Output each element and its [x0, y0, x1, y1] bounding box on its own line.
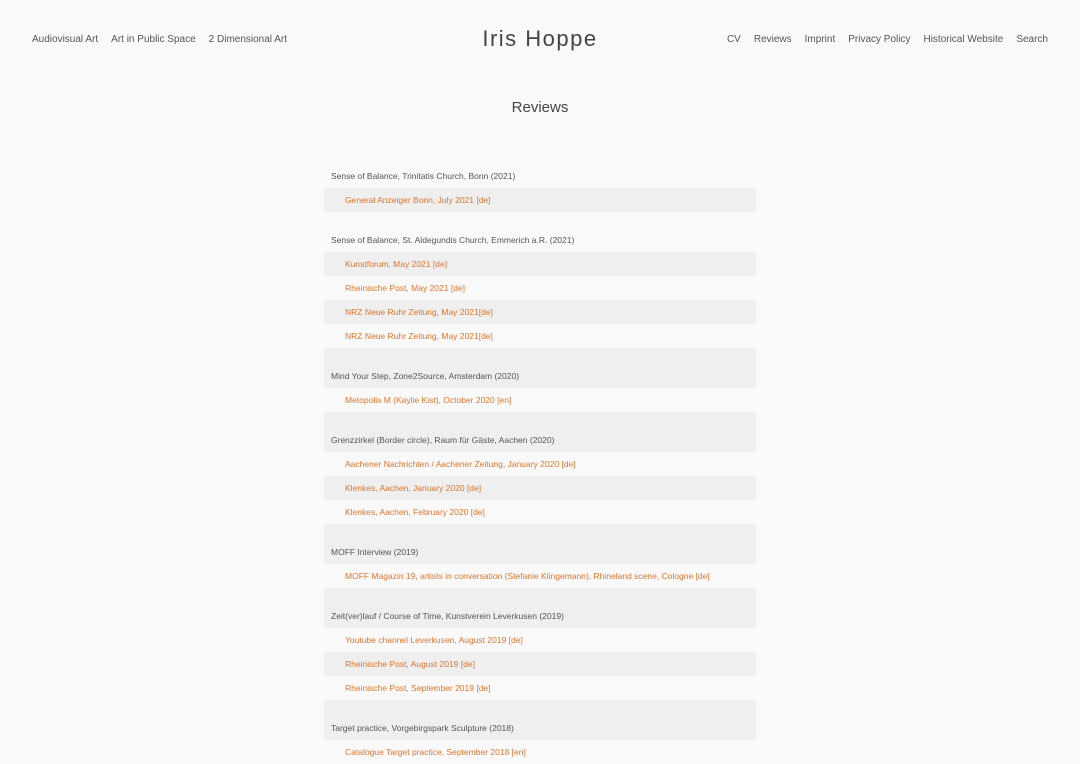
review-link[interactable]: Klenkes, Aachen, January 2020 [de] [345, 483, 481, 493]
site-header: Audiovisual Art Art in Public Space 2 Di… [0, 0, 1080, 80]
review-link[interactable]: Kunstforum, May 2021 [de] [345, 259, 447, 269]
exhibition-heading: Sense of Balance, Trinitatis Church, Bon… [324, 148, 756, 188]
nav-historical-website[interactable]: Historical Website [923, 34, 1003, 45]
review-link[interactable]: NRZ Neue Ruhr Zeitung, May 2021[de] [345, 331, 493, 341]
review-link[interactable]: Youtube channel Leverkusen, August 2019 … [345, 635, 523, 645]
nav-search[interactable]: Search [1016, 34, 1048, 45]
review-item: Aachener Nachrichten / Aachener Zeitung,… [324, 452, 756, 476]
review-list: Sense of Balance, Trinitatis Church, Bon… [324, 148, 756, 764]
nav-privacy-policy[interactable]: Privacy Policy [848, 34, 910, 45]
review-link[interactable]: Rheinische Post, May 2021 [de] [345, 283, 465, 293]
review-item: NRZ Neue Ruhr Zeitung, May 2021[de] [324, 300, 756, 324]
exhibition-heading: Grenzzirkel (Border circle), Raum für Gä… [324, 412, 756, 452]
review-link[interactable]: Metopolis M (Kaylie Kist), October 2020 … [345, 395, 511, 405]
review-item: NRZ Neue Ruhr Zeitung, May 2021[de] [324, 324, 756, 348]
nav-cv[interactable]: CV [727, 34, 741, 45]
exhibition-heading-text: Mind Your Step, Zone2Source, Amsterdam (… [331, 371, 520, 381]
review-link[interactable]: General Anzeiger Bonn, July 2021 [de] [345, 195, 491, 205]
review-link[interactable]: Rheinische Post, September 2019 [de] [345, 683, 491, 693]
review-item: Youtube channel Leverkusen, August 2019 … [324, 628, 756, 652]
review-link[interactable]: Klenkes, Aachen, February 2020 [de] [345, 507, 485, 517]
nav-reviews[interactable]: Reviews [754, 34, 792, 45]
exhibition-heading-text: MOFF Interview (2019) [331, 547, 419, 557]
exhibition-heading-text: Zeit(ver)lauf / Course of Time, Kunstver… [331, 611, 564, 621]
review-link[interactable]: Aachener Nachrichten / Aachener Zeitung,… [345, 459, 576, 469]
exhibition-heading-text: Sense of Balance, Trinitatis Church, Bon… [331, 171, 516, 181]
review-item: Rheinische Post, September 2019 [de] [324, 676, 756, 700]
review-item: General Anzeiger Bonn, July 2021 [de] [324, 188, 756, 212]
review-item: Rheinische Post, May 2021 [de] [324, 276, 756, 300]
review-item: Klenkes, Aachen, January 2020 [de] [324, 476, 756, 500]
review-item: MOFF Magazin 19, artists in conversation… [324, 564, 756, 588]
exhibition-heading-text: Grenzzirkel (Border circle), Raum für Gä… [331, 435, 555, 445]
review-item: Klenkes, Aachen, February 2020 [de] [324, 500, 756, 524]
exhibition-heading-text: Sense of Balance, St. Aldegundis Church,… [331, 235, 575, 245]
exhibition-heading-text: Target practice, Vorgebirgspark Sculptur… [331, 723, 514, 733]
review-item: Rheinische Post, August 2019 [de] [324, 652, 756, 676]
exhibition-heading: Mind Your Step, Zone2Source, Amsterdam (… [324, 348, 756, 388]
nav-imprint[interactable]: Imprint [805, 34, 836, 45]
page-title: Reviews [511, 99, 569, 116]
exhibition-heading: Target practice, Vorgebirgspark Sculptur… [324, 700, 756, 740]
exhibition-heading: Sense of Balance, St. Aldegundis Church,… [324, 212, 756, 252]
review-link[interactable]: MOFF Magazin 19, artists in conversation… [345, 571, 710, 581]
exhibition-heading: MOFF Interview (2019) [324, 524, 756, 564]
review-item: Metopolis M (Kaylie Kist), October 2020 … [324, 388, 756, 412]
secondary-nav: CV Reviews Imprint Privacy Policy Histor… [727, 34, 1048, 45]
exhibition-heading: Zeit(ver)lauf / Course of Time, Kunstver… [324, 588, 756, 628]
review-link[interactable]: NRZ Neue Ruhr Zeitung, May 2021[de] [345, 307, 493, 317]
review-link[interactable]: Rheinische Post, August 2019 [de] [345, 659, 475, 669]
review-item: Catalogue Target practice, September 201… [324, 740, 756, 764]
review-item: Kunstforum, May 2021 [de] [324, 252, 756, 276]
